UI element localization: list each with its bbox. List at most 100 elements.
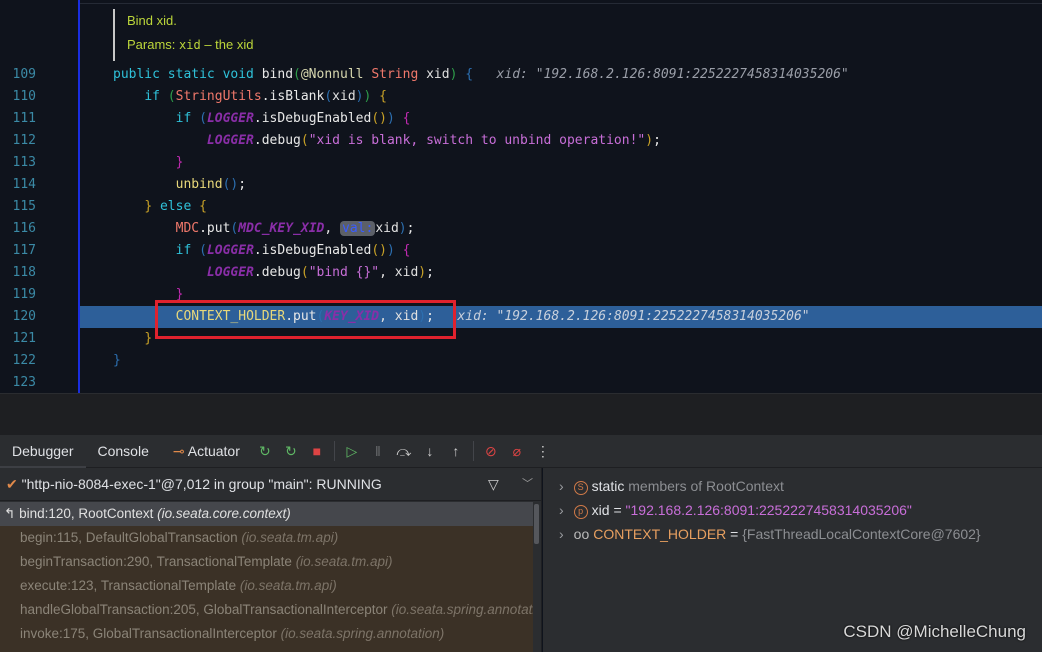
stack-frame[interactable]: execute:123, TransactionalTemplate (io.s… — [0, 574, 534, 598]
tab-console[interactable]: Console — [86, 435, 161, 468]
chevron-right-icon[interactable]: › — [559, 526, 564, 542]
code-token: ; — [238, 177, 247, 192]
line-number[interactable]: 116 — [0, 218, 36, 240]
code-token: if — [175, 111, 200, 126]
code-token: xid — [426, 67, 450, 82]
panel-gap — [0, 393, 1042, 435]
stack-frame[interactable]: invoke:175, GlobalTransactionalIntercept… — [0, 622, 534, 646]
code-text: } else { — [113, 196, 207, 218]
code-line[interactable]: 109 public static void bind(@Nonnull Stri… — [0, 64, 1042, 86]
code-line[interactable]: 118 LOGGER.debug("bind {}", xid); — [0, 262, 1042, 284]
code-line[interactable]: 122} — [0, 350, 1042, 372]
line-number[interactable]: 119 — [0, 284, 36, 306]
frame-method: invoke:175, GlobalTransactionalIntercept… — [20, 626, 277, 641]
actuator-icon: ⊸ — [172, 442, 185, 459]
stop-icon[interactable]: ■ — [304, 443, 330, 459]
frame-method: bind:120, RootContext — [19, 506, 154, 521]
variable-name: CONTEXT_HOLDER — [593, 526, 727, 542]
chevron-right-icon[interactable]: › — [559, 478, 564, 494]
thread-label: "http-nio-8084-exec-1"@7,012 in group "m… — [21, 476, 382, 492]
stack-frame[interactable]: begin:115, DefaultGlobalTransaction (io.… — [0, 526, 534, 550]
step-over-icon[interactable]: ⤼ — [391, 443, 417, 460]
line-number[interactable]: 112 — [0, 130, 36, 152]
line-number[interactable]: 123 — [0, 372, 36, 394]
code-text: if (LOGGER.isDebugEnabled()) { — [113, 240, 411, 262]
view-breakpoints-icon[interactable]: ⊘ — [478, 443, 504, 460]
code-token: ( — [199, 111, 207, 126]
frames-scrollbar[interactable] — [533, 502, 541, 652]
parameter-icon: p — [573, 505, 588, 519]
line-number[interactable]: 120 — [0, 306, 36, 328]
line-number[interactable]: 118 — [0, 262, 36, 284]
code-token: ) — [386, 111, 395, 126]
line-number[interactable]: 114 — [0, 174, 36, 196]
code-line[interactable]: 123 — [0, 372, 1042, 394]
variable-name: static — [591, 478, 625, 494]
resume-icon[interactable]: ▷ — [339, 443, 365, 460]
line-number[interactable]: 110 — [0, 86, 36, 108]
filter-icon[interactable]: ▽ — [488, 468, 499, 501]
code-token: { — [199, 199, 207, 214]
stack-frame[interactable]: ↰ bind:120, RootContext (io.seata.core.c… — [0, 502, 534, 526]
doc-summary: Bind xid. — [127, 13, 177, 28]
tab-debugger[interactable]: Debugger — [0, 435, 86, 468]
code-line[interactable]: 111 if (LOGGER.isDebugEnabled()) { — [0, 108, 1042, 130]
pause-icon[interactable]: ‖ — [365, 443, 391, 459]
code-token: ) — [379, 111, 387, 126]
code-text: MDC.put(MDC_KEY_XID, val: xid); — [113, 218, 414, 240]
chevron-down-icon[interactable]: ﹀ — [522, 468, 533, 501]
code-token: else — [152, 199, 200, 214]
frame-package: (io.seata.tm.api) — [239, 578, 337, 593]
stack-frame[interactable]: beginTransaction:290, TransactionalTempl… — [0, 550, 534, 574]
line-number[interactable]: 109 — [0, 64, 36, 86]
code-text: LOGGER.debug("xid is blank, switch to un… — [113, 130, 661, 152]
mute-breakpoints-icon[interactable]: ⌀ — [504, 443, 530, 460]
code-line[interactable]: 114 unbind(); — [0, 174, 1042, 196]
code-line[interactable]: 110 if (StringUtils.isBlank(xid)) { — [0, 86, 1042, 108]
rerun-config-icon[interactable]: ↻ — [278, 443, 304, 460]
code-token: if — [144, 89, 168, 104]
code-line[interactable]: 116 MDC.put(MDC_KEY_XID, val: xid); — [0, 218, 1042, 240]
code-token: String — [371, 67, 427, 82]
code-line[interactable]: 115 } else { — [0, 196, 1042, 218]
variable-row[interactable]: › p xid = "192.168.2.126:8091:225222745831… — [543, 498, 1042, 522]
code-token: unbind — [175, 177, 223, 192]
code-token: ( — [167, 89, 176, 104]
line-number[interactable]: 117 — [0, 240, 36, 262]
code-line[interactable]: 112 LOGGER.debug("xid is blank, switch t… — [0, 130, 1042, 152]
tab-actuator[interactable]: ⊸ Actuator — [161, 435, 252, 468]
variable-row[interactable]: › oo CONTEXT_HOLDER = {FastThreadLocalCont… — [543, 522, 1042, 546]
code-text: } — [113, 328, 152, 350]
code-line[interactable]: 113 } — [0, 152, 1042, 174]
code-token: ( — [371, 243, 380, 258]
line-number[interactable]: 111 — [0, 108, 36, 130]
code-token: "xid is blank, switch to unbind operatio… — [308, 133, 646, 148]
step-into-icon[interactable]: ↓ — [417, 443, 443, 459]
code-token: } — [113, 353, 121, 368]
thread-selector[interactable]: ✔ "http-nio-8084-exec-1"@7,012 in group … — [0, 468, 541, 501]
variable-row[interactable]: › Sstatic members of RootContext — [543, 474, 1042, 498]
chevron-right-icon[interactable]: › — [559, 502, 564, 518]
code-token: { — [394, 243, 411, 258]
separator — [333, 441, 335, 461]
variable-value: {FastThreadLocalContextCore@7602} — [742, 526, 981, 542]
stack-frame[interactable]: handleGlobalTransaction:205, GlobalTrans… — [0, 598, 534, 622]
debug-toolbar: Debugger Console ⊸ Actuator ↻ ↻ ■ ▷ ‖ ⤼ … — [0, 435, 1042, 468]
line-number[interactable]: 122 — [0, 350, 36, 372]
line-number[interactable]: 121 — [0, 328, 36, 350]
more-icon[interactable]: ⋮ — [530, 443, 556, 460]
check-icon: ✔ — [6, 476, 18, 492]
rerun-icon[interactable]: ↻ — [252, 443, 278, 460]
code-token: ; — [406, 221, 415, 236]
line-number[interactable]: 115 — [0, 196, 36, 218]
code-token: ; — [653, 133, 661, 148]
step-out-icon[interactable]: ↑ — [443, 443, 469, 459]
code-token: ) — [645, 133, 654, 148]
variables-panel: › Sstatic members of RootContext › p xid = "… — [543, 468, 1042, 652]
code-line[interactable]: 117 if (LOGGER.isDebugEnabled()) { — [0, 240, 1042, 262]
line-number[interactable]: 113 — [0, 152, 36, 174]
code-editor[interactable]: Bind xid. Params: xid – the xid 109 publi… — [0, 0, 1042, 393]
separator — [472, 441, 474, 461]
code-token: ( — [300, 265, 309, 280]
code-token: LOGGER — [206, 133, 254, 148]
